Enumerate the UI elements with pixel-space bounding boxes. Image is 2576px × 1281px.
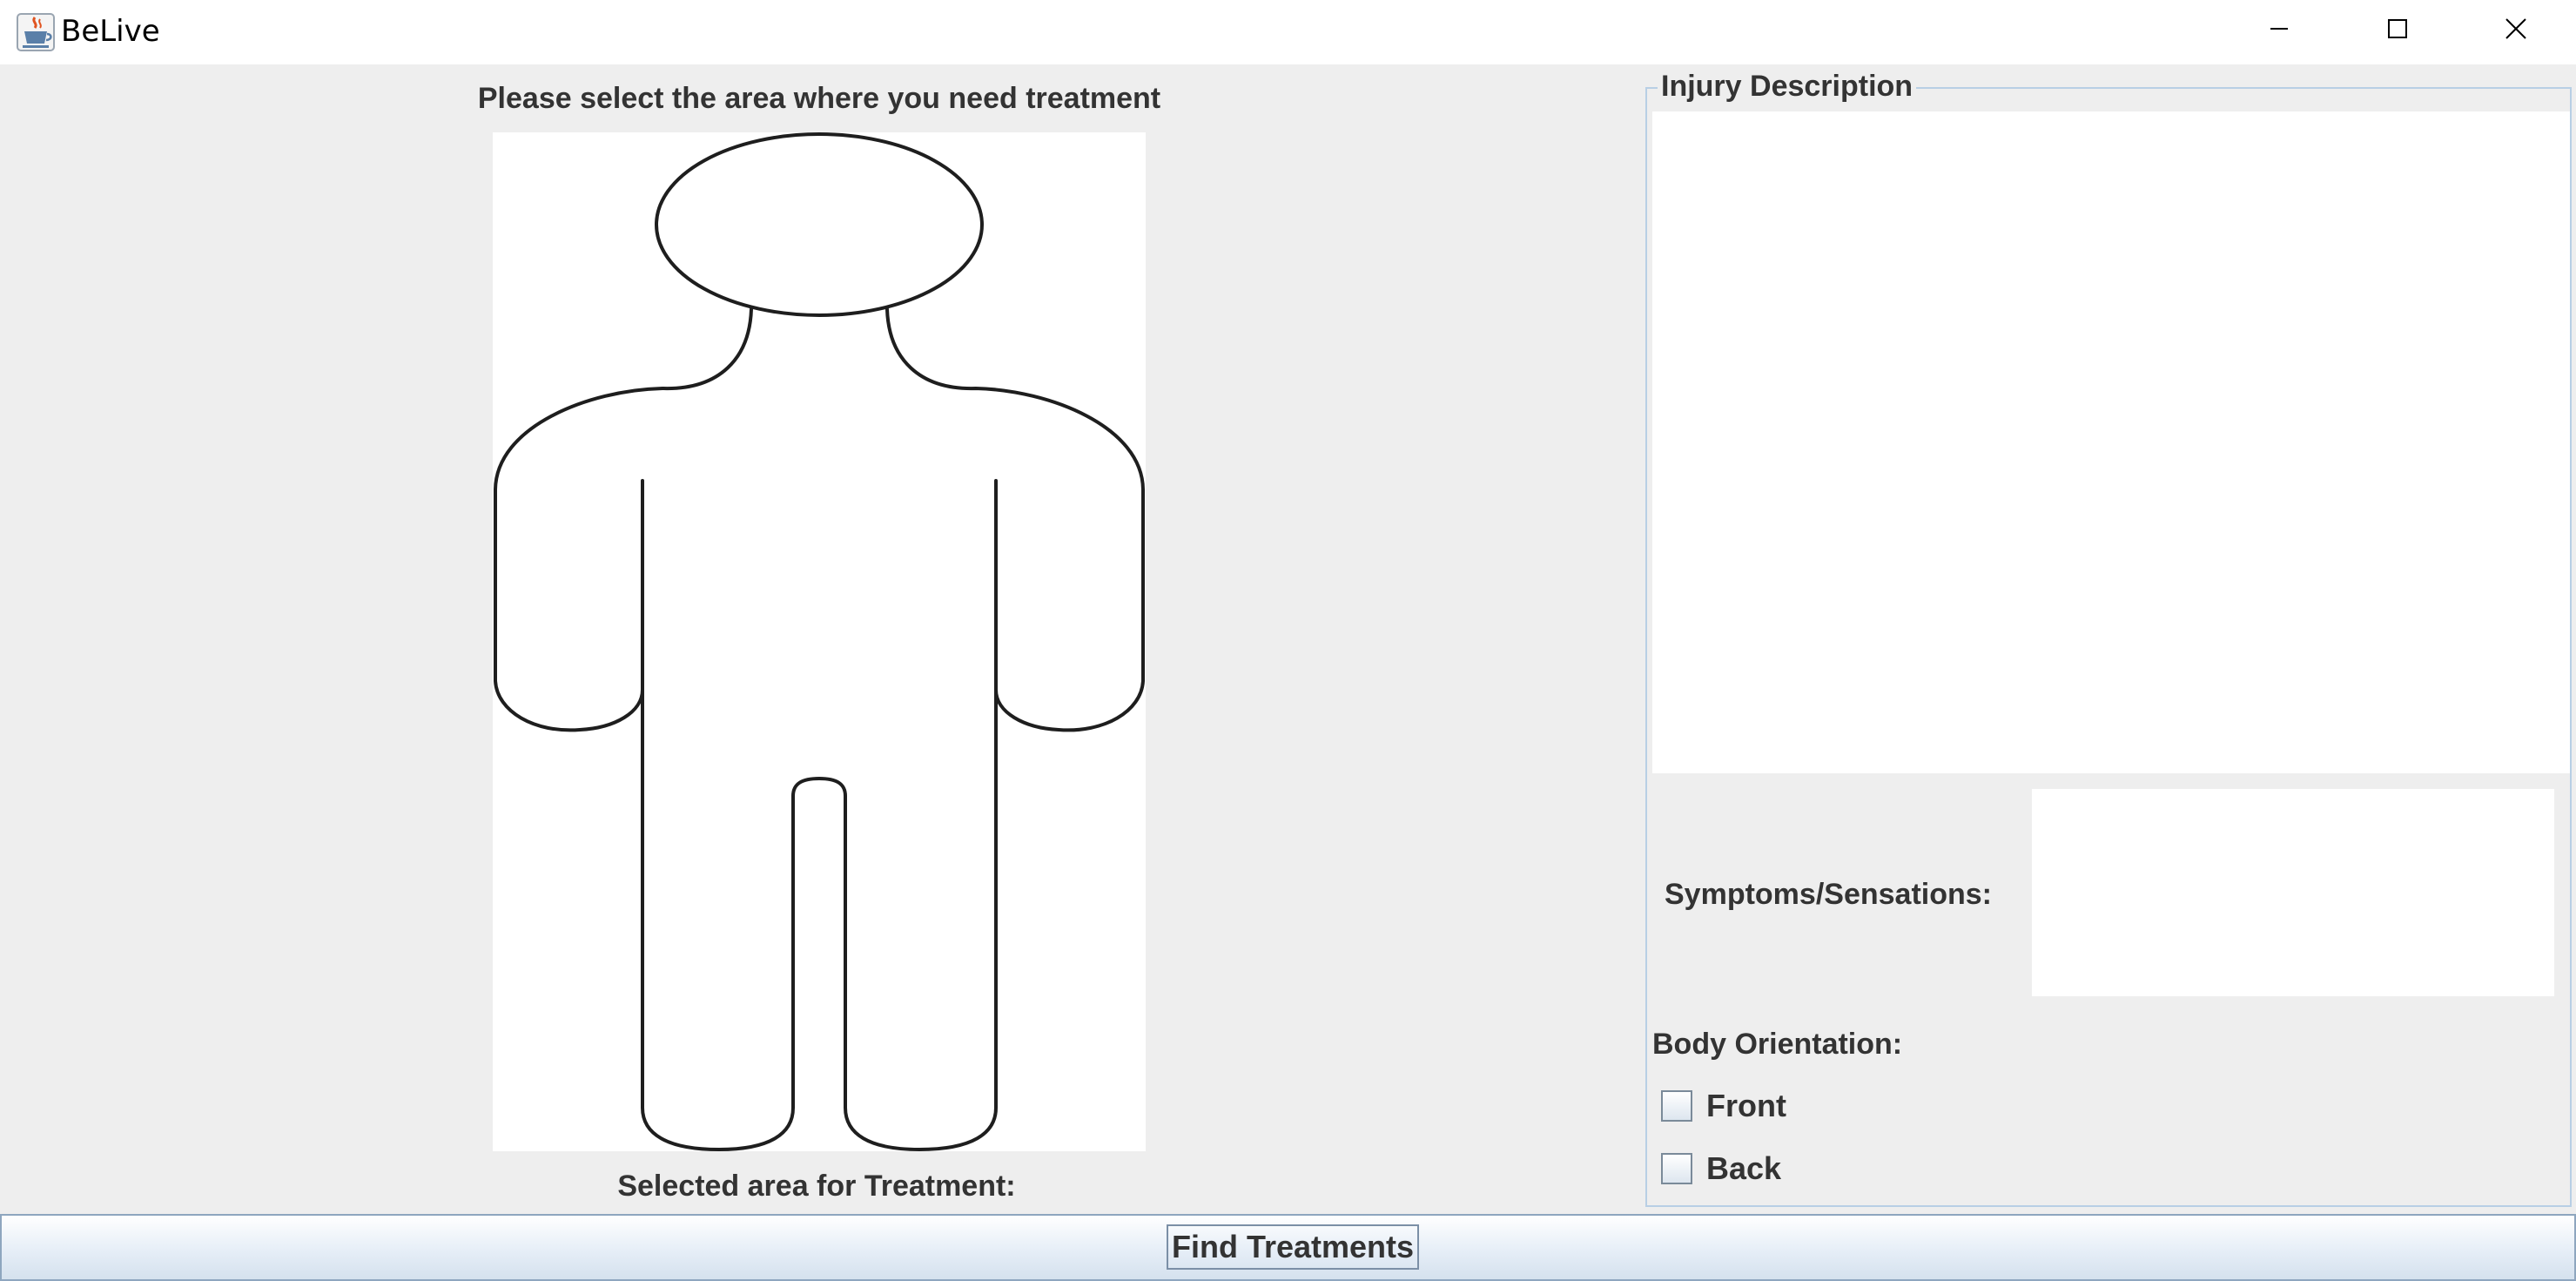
window-title: BeLive bbox=[61, 14, 160, 49]
selected-area-label: Selected area for Treatment: bbox=[617, 1170, 1016, 1203]
minimize-icon bbox=[2270, 28, 2288, 30]
minimize-button[interactable] bbox=[2220, 0, 2338, 57]
select-area-prompt: Please select the area where you need tr… bbox=[477, 82, 1161, 115]
body-orientation-label: Body Orientation: bbox=[1652, 1028, 1903, 1061]
close-icon bbox=[2505, 18, 2526, 39]
human-body-outline[interactable] bbox=[493, 132, 1146, 1151]
front-label: Front bbox=[1706, 1088, 1786, 1123]
body-silhouette bbox=[494, 307, 1145, 1151]
symptoms-label: Symptoms/Sensations: bbox=[1665, 878, 1992, 911]
back-checkbox[interactable] bbox=[1661, 1153, 1692, 1184]
close-button[interactable] bbox=[2457, 0, 2575, 57]
maximize-icon bbox=[2388, 19, 2407, 38]
head-region bbox=[655, 132, 984, 317]
front-checkbox[interactable] bbox=[1661, 1090, 1692, 1122]
symptoms-input[interactable] bbox=[2032, 789, 2554, 996]
java-cup-icon bbox=[17, 13, 55, 51]
find-treatments-button[interactable]: Find Treatments bbox=[1167, 1224, 1420, 1270]
injury-description-title: Injury Description bbox=[1658, 70, 1917, 104]
app-window: BeLive Please select the area where you … bbox=[0, 0, 2576, 1281]
back-label: Back bbox=[1706, 1150, 1782, 1186]
back-option[interactable]: Back bbox=[1661, 1150, 1781, 1188]
front-option[interactable]: Front bbox=[1661, 1087, 1786, 1125]
injury-description-textarea[interactable] bbox=[1652, 111, 2570, 773]
maximize-button[interactable] bbox=[2338, 0, 2457, 57]
title-bar[interactable]: BeLive bbox=[0, 0, 2576, 64]
